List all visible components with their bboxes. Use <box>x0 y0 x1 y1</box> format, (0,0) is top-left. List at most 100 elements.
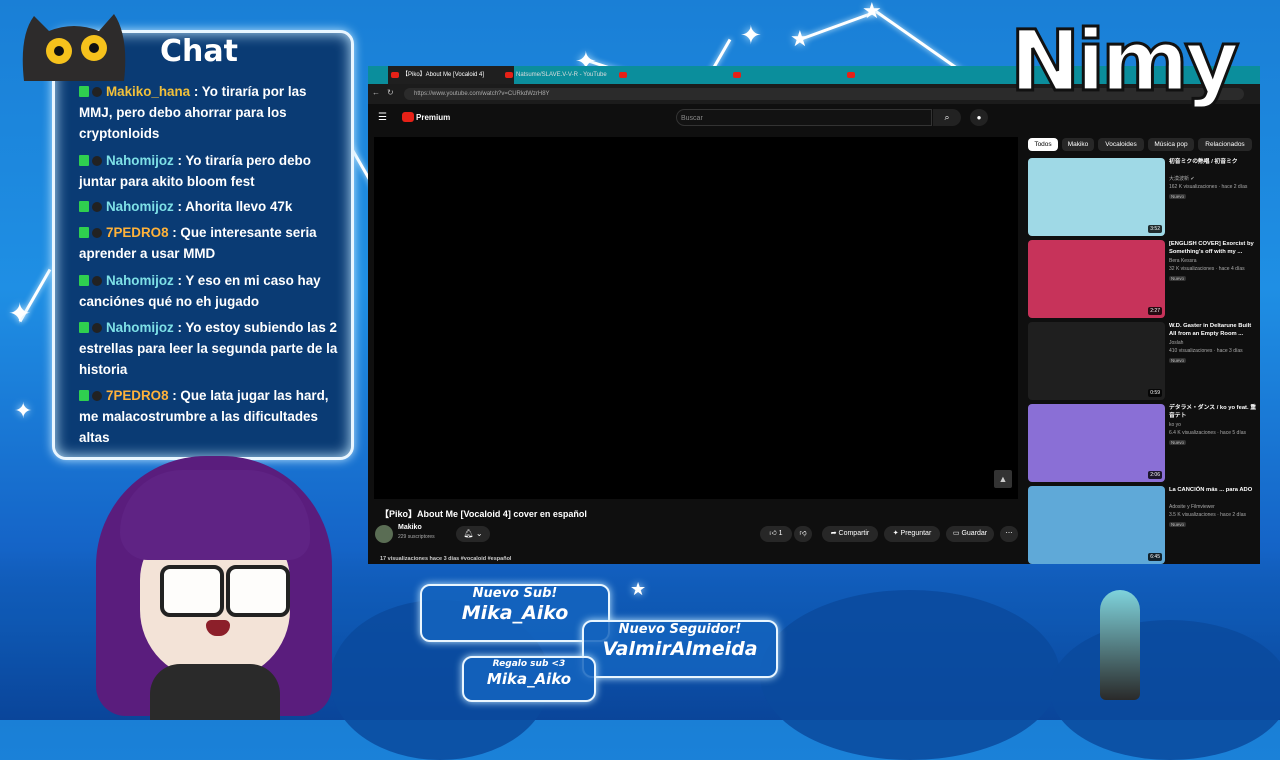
video-title: 【Piko】About Me [Vocaloid 4] cover en esp… <box>380 509 587 519</box>
share-label: Compartir <box>838 530 870 537</box>
chat-username[interactable]: 7PEDRO8 <box>106 388 169 403</box>
cat-mascot-icon <box>22 14 126 81</box>
rec-meta: 6.4 K visualizaciones · hace 5 días <box>1169 430 1246 436</box>
chat-username[interactable]: Makiko_hana <box>106 84 190 99</box>
chip-makiko[interactable]: Makiko <box>1062 138 1094 151</box>
star-icon: ✦ <box>740 20 762 50</box>
notification-bell-button[interactable]: 🔔︎ ⌄ <box>456 526 490 542</box>
badge-icon <box>79 201 89 212</box>
rec-title[interactable]: La CANCIÓN más ... para ADO <box>1169 486 1259 494</box>
chip-pop-music[interactable]: Música pop <box>1148 138 1194 151</box>
rec-channel[interactable]: Bera Kessra <box>1169 258 1259 265</box>
rec-title[interactable]: [ENGLISH COVER] Exorcist by Something's … <box>1169 240 1259 256</box>
avatar-body <box>150 664 280 720</box>
back-icon[interactable]: ← <box>372 88 380 97</box>
rec-duration: 2:27 <box>1148 307 1162 315</box>
badge-icon <box>92 276 102 286</box>
rec-thumbnail[interactable]: 3:52 <box>1028 158 1165 236</box>
foliage-shape <box>760 590 1060 760</box>
save-button[interactable]: ▭ Guardar <box>946 526 994 542</box>
rec-channel[interactable]: ko yo <box>1169 422 1259 429</box>
rec-duration: 2:06 <box>1148 471 1162 479</box>
star-icon: ★ <box>862 0 882 23</box>
rec-thumbnail[interactable]: 2:27 <box>1028 240 1165 318</box>
rec-meta: 162 K visualizaciones · hace 2 días <box>1169 184 1248 190</box>
chat-message: Nahomijoz : Ahorita llevo 47k <box>79 196 341 217</box>
gift-sub-alert: Regalo sub <3 Mika_Aiko <box>462 656 596 702</box>
browser-tab[interactable] <box>730 66 856 84</box>
browser-tab[interactable] <box>844 66 970 84</box>
chip-vocaloides[interactable]: Vocaloides <box>1098 138 1144 151</box>
channel-name[interactable]: Makiko <box>398 524 422 531</box>
rec-thumbnail[interactable]: 0:59 <box>1028 322 1165 400</box>
more-options-icon[interactable]: ⋯ <box>1000 526 1018 542</box>
browser-tab[interactable] <box>616 66 742 84</box>
rec-title[interactable]: デタラメ・ダンス / ko yo feat. 重音テト <box>1169 404 1259 420</box>
rec-thumbnail[interactable]: 2:06 <box>1028 404 1165 482</box>
star-icon: ✦ <box>8 298 32 329</box>
dislike-button[interactable]: 👎︎ <box>794 526 812 542</box>
reload-icon[interactable]: ↻ <box>387 88 394 97</box>
ask-button[interactable]: ✦ Preguntar <box>884 526 940 542</box>
video-player[interactable] <box>374 137 1018 499</box>
badge-icon <box>92 228 102 238</box>
chat-message: Makiko_hana : Yo tiraría por las MMJ, pe… <box>79 81 341 144</box>
avatar-glasses-lens <box>226 565 290 617</box>
rec-duration: 6:45 <box>1148 553 1162 561</box>
badge-icon <box>92 391 102 401</box>
chat-username[interactable]: 7PEDRO8 <box>106 225 169 240</box>
badge-icon <box>79 155 89 166</box>
youtube-premium-label[interactable]: Premium <box>416 113 450 122</box>
chat-username[interactable]: Nahomijoz <box>106 153 174 168</box>
like-button[interactable]: 👍︎ 1 <box>760 526 792 542</box>
foliage-shape <box>1050 620 1280 760</box>
rec-channel[interactable]: Joslah <box>1169 340 1259 347</box>
avatar-glasses-lens <box>160 565 224 617</box>
youtube-logo-icon[interactable] <box>402 112 414 122</box>
rec-duration: 3:52 <box>1148 225 1162 233</box>
youtube-icon <box>847 72 855 78</box>
alert-name: Mika_Aiko <box>486 670 572 688</box>
badge-icon <box>79 86 89 97</box>
youtube-icon <box>619 72 627 78</box>
subscriber-count: 229 suscriptores <box>398 534 435 540</box>
rec-channel[interactable]: 大漠波新 ✔ <box>1169 176 1259 183</box>
microphone-icon[interactable]: ● <box>970 109 988 126</box>
search-input[interactable]: Buscar <box>676 109 932 126</box>
rec-thumbnail[interactable]: 6:45 <box>1028 486 1165 564</box>
search-icon[interactable]: ⌕ <box>933 109 961 126</box>
star-icon: ✦ <box>14 398 33 423</box>
browser-tab[interactable]: Natsume/SLAVE.V-V-R - YouTube <box>502 66 628 84</box>
rec-title[interactable]: 初音ミクの熱唱 / 初音ミク <box>1169 158 1259 166</box>
rec-channel[interactable]: Adosite y Filmviewer <box>1169 504 1259 511</box>
menu-icon[interactable]: ☰ <box>378 112 387 123</box>
rec-new-badge: Nuevo <box>1169 522 1187 527</box>
badge-icon <box>92 323 102 333</box>
chat-username[interactable]: Nahomijoz <box>106 199 174 214</box>
figurine-decoration <box>1100 590 1140 700</box>
chat-message: 7PEDRO8 : Que lata jugar las hard, me ma… <box>79 385 341 448</box>
chat-username[interactable]: Nahomijoz <box>106 273 174 288</box>
chip-all[interactable]: Todos <box>1028 138 1058 151</box>
alert-name: Mika_Aiko <box>461 602 569 624</box>
alert-heading: Nuevo Sub! <box>472 586 558 601</box>
video-meta: 17 visualizaciones hace 3 días #vocaloid… <box>380 556 512 562</box>
share-button[interactable]: ➦ Compartir <box>822 526 878 542</box>
rec-duration: 0:59 <box>1148 389 1162 397</box>
channel-watermark-icon[interactable]: ▲ <box>994 470 1012 488</box>
chat-message: Nahomijoz : Y eso en mi caso hay canción… <box>79 270 341 312</box>
chip-related[interactable]: Relacionados <box>1198 138 1252 151</box>
like-count: 1 <box>778 530 783 537</box>
browser-tab[interactable]: 【Piko】About Me [Vocaloid 4] <box>388 66 514 84</box>
rec-new-badge: Nuevo <box>1169 358 1187 363</box>
rec-title[interactable]: W.D. Gaster in Deltarune Built All from … <box>1169 322 1259 338</box>
chat-username[interactable]: Nahomijoz <box>106 320 174 335</box>
rec-new-badge: Nuevo <box>1169 194 1187 199</box>
chat-message: Nahomijoz : Yo estoy subiendo las 2 estr… <box>79 317 341 380</box>
rec-meta: 3.5 K visualizaciones · hace 2 días <box>1169 512 1246 518</box>
channel-avatar[interactable] <box>375 525 393 543</box>
alert-name: ValmirAlmeida <box>602 638 758 660</box>
save-label: Guardar <box>961 530 988 537</box>
avatar-bangs <box>120 470 310 560</box>
badge-icon <box>92 87 102 97</box>
